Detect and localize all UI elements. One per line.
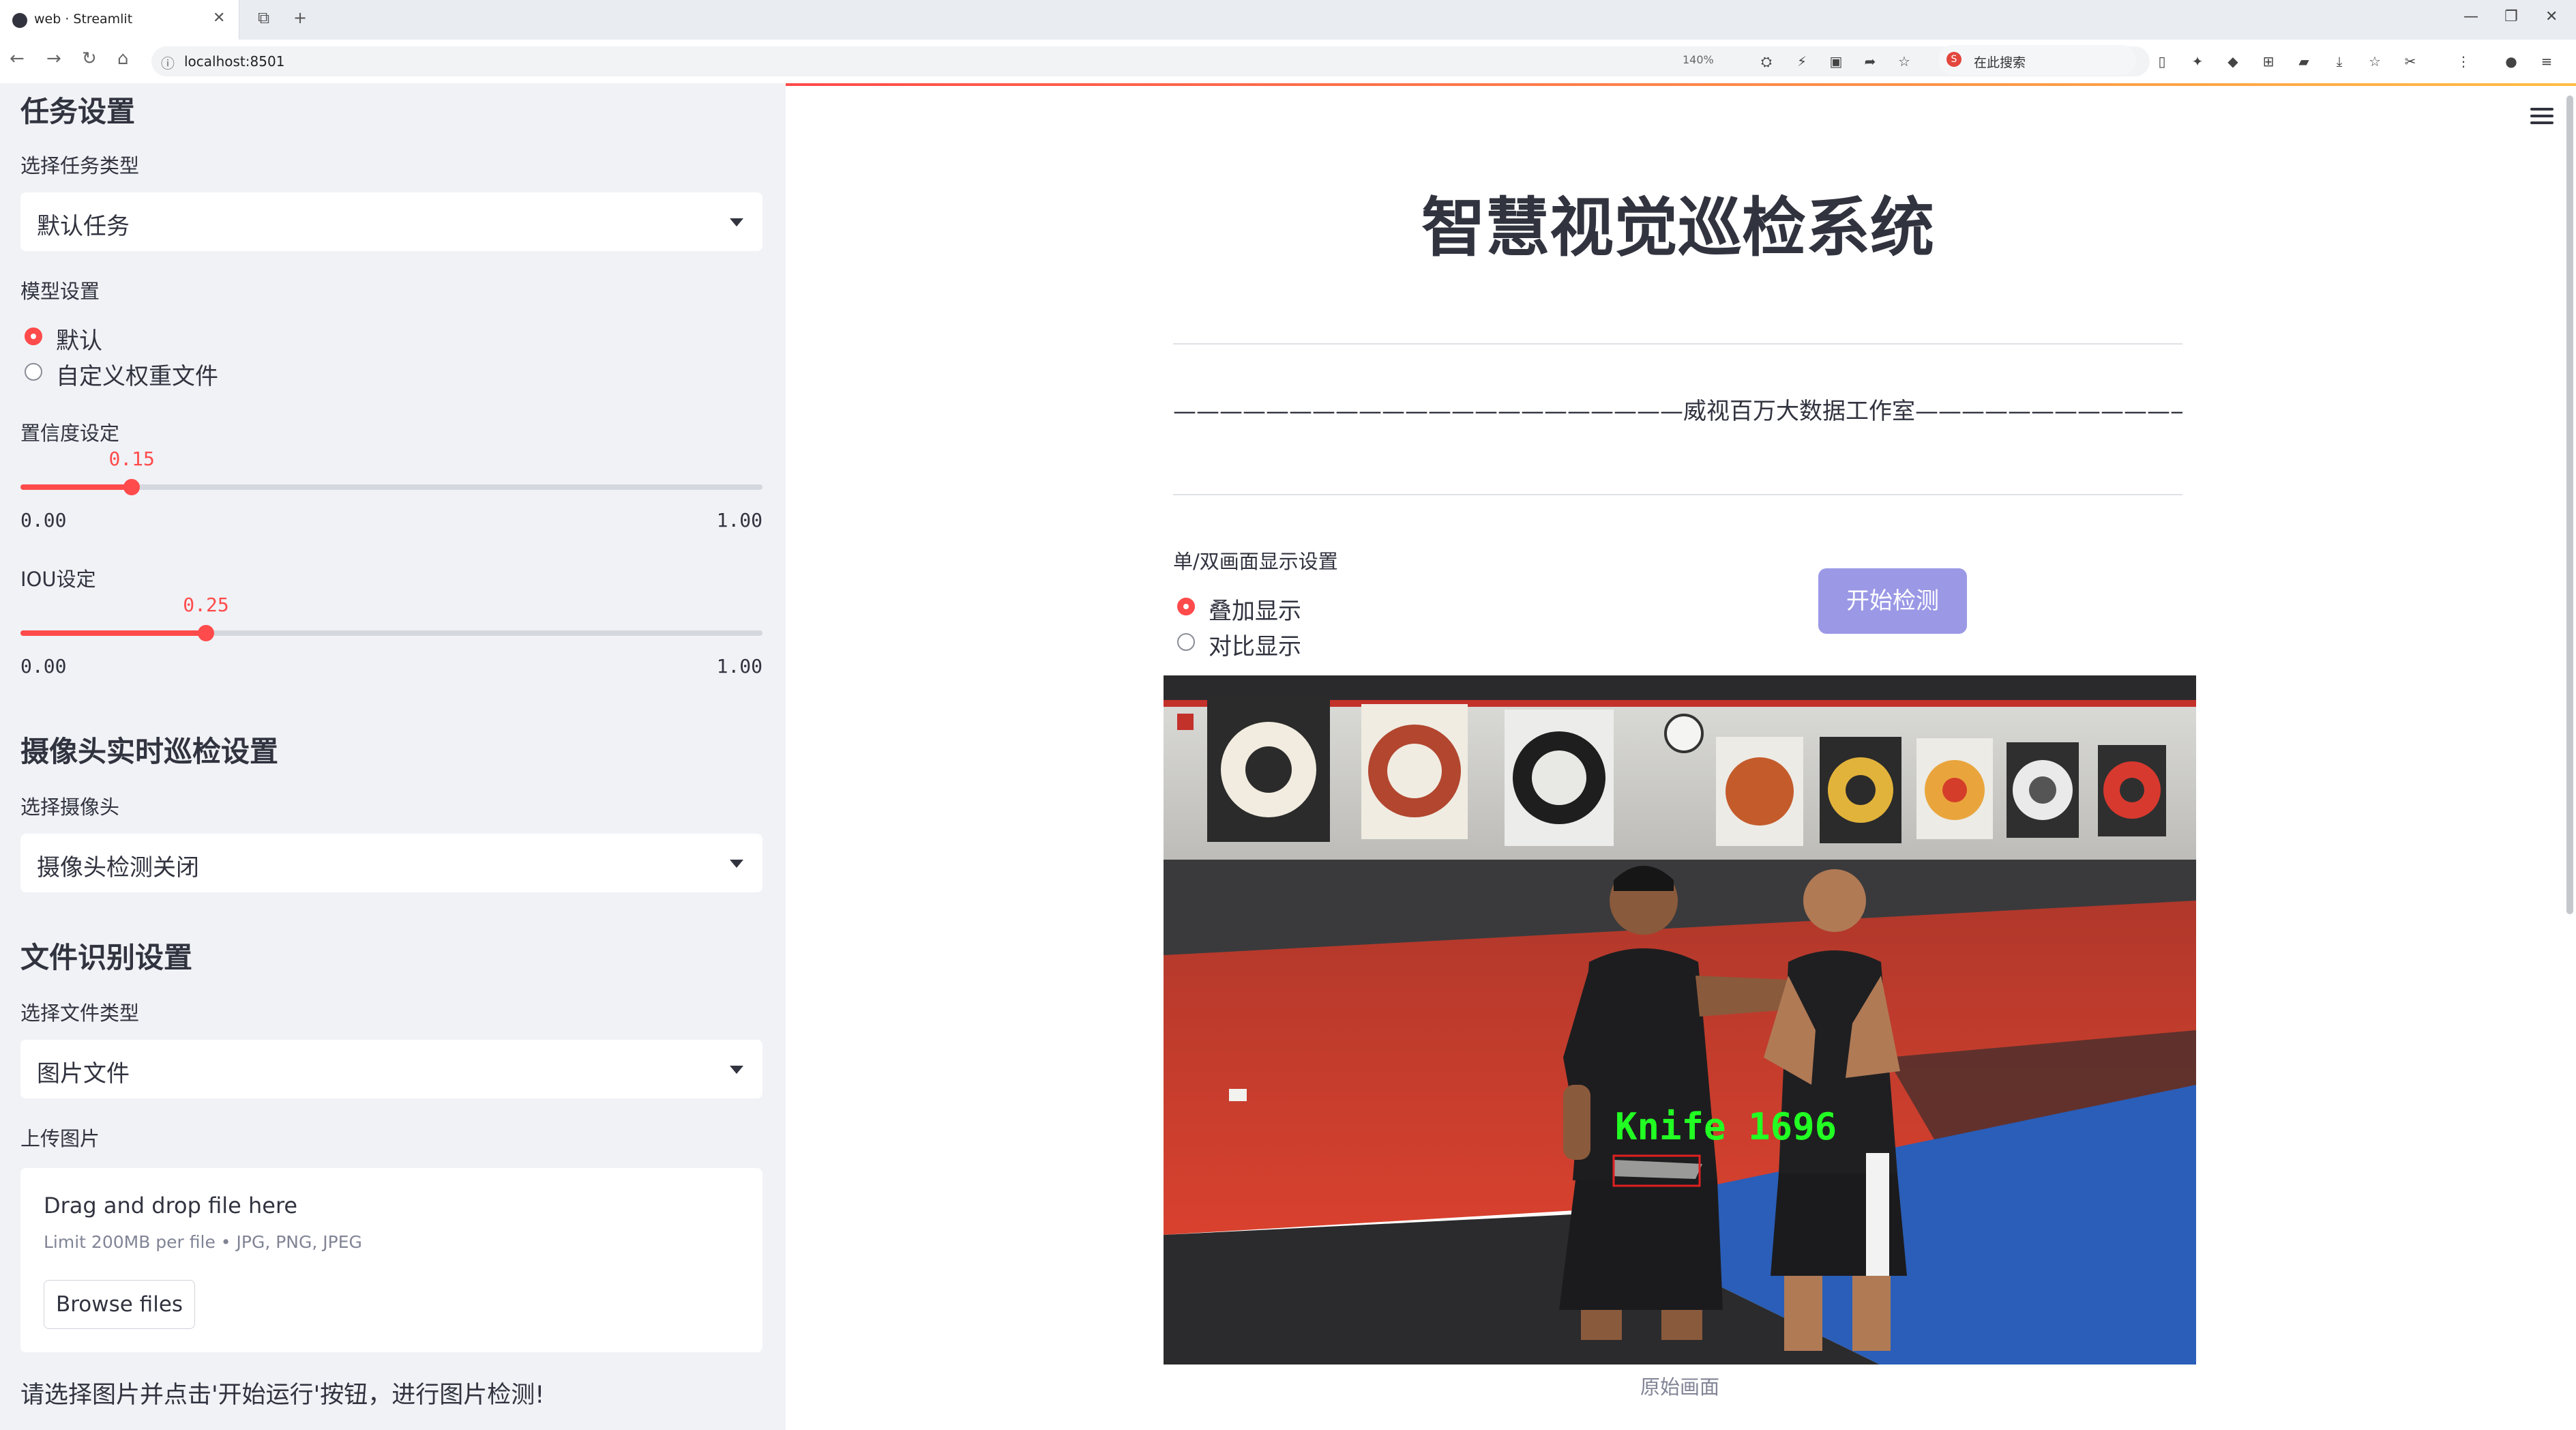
- browser-search-box[interactable]: S 在此搜索: [1938, 45, 2136, 75]
- iou-label: IOU设定: [20, 568, 96, 591]
- graph-ext-icon[interactable]: ▰: [2296, 53, 2312, 70]
- display-option-label: 对比显示: [1209, 633, 1301, 660]
- cut-tool-icon[interactable]: ✂: [2402, 53, 2418, 70]
- model-option-label: 自定义权重文件: [56, 363, 218, 390]
- browser-tab[interactable]: web · Streamlit ✕: [0, 0, 239, 40]
- streamlit-favicon-icon: [12, 13, 27, 28]
- favorites-icon[interactable]: ☆: [2367, 53, 2383, 70]
- slider-fill: [20, 630, 206, 636]
- mobile-icon[interactable]: ▯: [2154, 53, 2170, 70]
- camera-select-value: 摄像头检测关闭: [37, 854, 199, 881]
- chevron-down-icon: [730, 860, 743, 868]
- file-dropzone[interactable]: Drag and drop file here Limit 200MB per …: [20, 1168, 763, 1352]
- tab-close-icon[interactable]: ✕: [213, 10, 225, 27]
- slider-min: 0.00: [20, 655, 67, 677]
- slider-thumb[interactable]: [123, 479, 140, 495]
- task-type-select[interactable]: 默认任务: [20, 192, 763, 251]
- image-caption: 原始画面: [1640, 1375, 1719, 1399]
- slider-value: 0.25: [183, 594, 229, 616]
- camera-select[interactable]: 摄像头检测关闭: [20, 834, 763, 892]
- minimize-icon[interactable]: —: [2463, 8, 2478, 25]
- url-text: localhost:8501: [184, 53, 285, 70]
- tab-actions-icon[interactable]: ⧉: [258, 8, 269, 27]
- model-option-label: 默认: [56, 327, 102, 355]
- scrollbar[interactable]: [2566, 96, 2573, 914]
- dropzone-limit: Limit 200MB per file • JPG, PNG, JPEG: [44, 1232, 362, 1252]
- divider: [1173, 494, 2182, 495]
- radio-unselected-icon: [25, 363, 42, 381]
- back-icon[interactable]: ←: [10, 48, 25, 69]
- slider-max: 1.00: [716, 509, 763, 531]
- browser-tab-bar: web · Streamlit ✕ ⧉ + — ❐ ✕: [0, 0, 2576, 40]
- site-info-icon[interactable]: ⓘ: [161, 53, 175, 72]
- slider-min: 0.00: [20, 509, 67, 531]
- file-type-value: 图片文件: [37, 1060, 130, 1088]
- display-mode-label: 单/双画面显示设置: [1173, 550, 1338, 573]
- display-option-label: 叠加显示: [1209, 598, 1301, 625]
- forward-icon[interactable]: →: [46, 48, 61, 69]
- model-settings-label: 模型设置: [20, 280, 100, 303]
- window-close-icon[interactable]: ✕: [2545, 8, 2558, 25]
- ai-assistant-icon[interactable]: ✦: [2189, 53, 2206, 70]
- restore-icon[interactable]: ❐: [2504, 8, 2518, 25]
- url-field[interactable]: ⓘ localhost:8501 140%: [151, 46, 2150, 76]
- dropzone-instruction: Drag and drop file here: [44, 1193, 298, 1219]
- radio-selected-icon: [25, 327, 42, 345]
- file-type-label: 选择文件类型: [20, 1002, 140, 1025]
- detection-label: Knife 1696: [1615, 1105, 1837, 1148]
- task-type-value: 默认任务: [37, 213, 130, 240]
- home-icon[interactable]: ⌂: [117, 48, 129, 69]
- translate-ext-icon[interactable]: ⊞: [2260, 53, 2277, 70]
- profile-avatar-icon[interactable]: ●: [2503, 53, 2519, 70]
- file-settings-heading: 文件识别设置: [20, 941, 193, 974]
- browse-files-button[interactable]: Browse files: [44, 1280, 195, 1329]
- search-engine-icon: S: [1946, 52, 1961, 67]
- detection-image: Knife 1696: [1164, 675, 2196, 1365]
- slider-fill: [20, 484, 132, 490]
- radio-selected-icon: [1177, 598, 1195, 615]
- task-type-label: 选择任务类型: [20, 154, 140, 177]
- search-placeholder: 在此搜索: [1974, 55, 2026, 70]
- address-bar-row: ← → ↻ ⌂ ⓘ localhost:8501 140% ⛭ ⚡ ▣ ➦ ☆ …: [0, 40, 2576, 84]
- slider-thumb[interactable]: [198, 625, 214, 641]
- screenshot-icon[interactable]: ▣: [1828, 53, 1844, 70]
- start-detection-button[interactable]: 开始检测: [1818, 568, 1967, 634]
- studio-banner: ——————————————————————威视百万大数据工作室————————…: [1173, 398, 2182, 425]
- radio-unselected-icon: [1177, 633, 1195, 651]
- file-type-select[interactable]: 图片文件: [20, 1040, 763, 1098]
- translate-icon[interactable]: ⛭: [1758, 53, 1775, 70]
- browser-menu-icon[interactable]: ≡: [2538, 53, 2555, 70]
- chevron-down-icon: [730, 1066, 743, 1074]
- bookmark-star-icon[interactable]: ☆: [1896, 53, 1912, 70]
- confidence-label: 置信度设定: [20, 422, 120, 445]
- share-icon[interactable]: ➦: [1862, 53, 1878, 70]
- zoom-level[interactable]: 140%: [1683, 53, 1714, 66]
- page-title: 智慧视觉巡检系统: [1421, 191, 1934, 265]
- divider: [1173, 343, 2182, 345]
- task-settings-heading: 任务设置: [20, 95, 136, 128]
- more-menu-icon[interactable]: ⋮: [2455, 53, 2472, 70]
- tab-title: web · Streamlit: [34, 12, 133, 27]
- header-decoration: [786, 83, 2576, 86]
- iou-slider[interactable]: 0.25 0.00 1.00: [20, 594, 763, 677]
- hamburger-menu-icon[interactable]: [2530, 108, 2553, 124]
- lightning-icon[interactable]: ⚡: [1794, 53, 1810, 70]
- confidence-slider[interactable]: 0.15 0.00 1.00: [20, 448, 763, 531]
- reload-icon[interactable]: ↻: [82, 48, 97, 69]
- upload-label: 上传图片: [20, 1127, 100, 1150]
- sidebar-hint: 请选择图片并点击'开始运行'按钮，进行图片检测!: [20, 1382, 545, 1409]
- camera-select-label: 选择摄像头: [20, 796, 120, 819]
- chevron-down-icon: [730, 218, 743, 227]
- download-icon[interactable]: ⤓: [2331, 53, 2348, 70]
- slider-max: 1.00: [716, 655, 763, 677]
- new-tab-icon[interactable]: +: [293, 8, 307, 27]
- slider-value: 0.15: [108, 448, 155, 470]
- camera-settings-heading: 摄像头实时巡检设置: [20, 735, 279, 768]
- extension-icon[interactable]: ◆: [2225, 53, 2241, 70]
